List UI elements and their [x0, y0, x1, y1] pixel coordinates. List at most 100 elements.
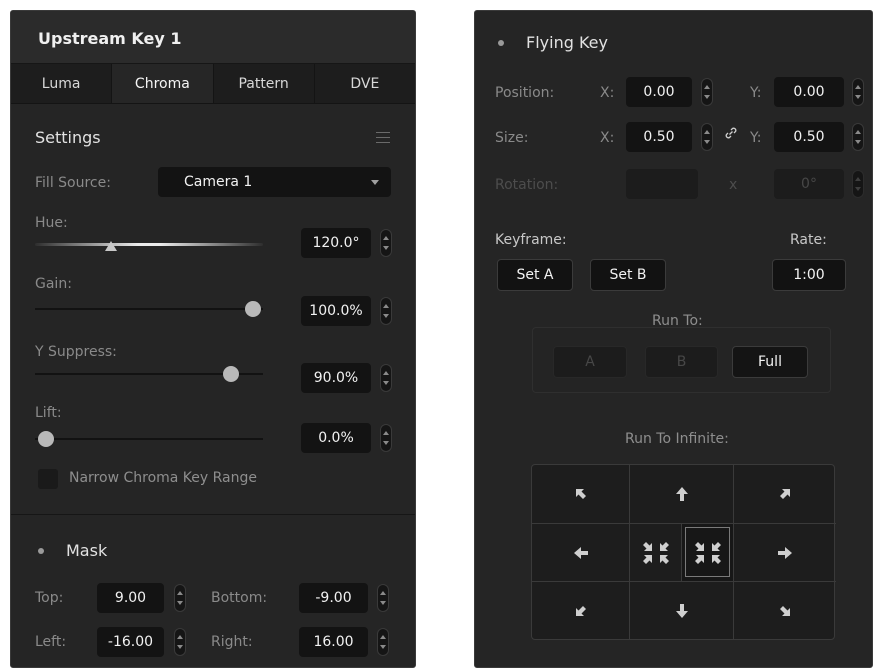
- fill-source-dropdown[interactable]: Camera 1: [158, 167, 391, 197]
- arrow-down-left-icon: [575, 605, 586, 616]
- key-type-tabs: Luma Chroma Pattern DVE: [11, 64, 415, 104]
- run-up-button[interactable]: [630, 465, 734, 524]
- hue-value-field[interactable]: 120.0°: [301, 228, 371, 258]
- mask-indicator-dot[interactable]: [38, 548, 44, 554]
- chevron-down-icon: [371, 180, 379, 185]
- arrow-up-right-icon: [780, 489, 790, 499]
- gain-label: Gain:: [35, 276, 72, 292]
- tab-dve[interactable]: DVE: [315, 64, 415, 103]
- tab-chroma[interactable]: Chroma: [112, 64, 214, 103]
- hamburger-menu-icon[interactable]: [376, 132, 390, 143]
- rotation-field: [626, 169, 698, 199]
- rotation-x-label: x: [729, 177, 738, 193]
- link-icon[interactable]: [723, 125, 739, 141]
- run-to-infinite-grid: [531, 464, 836, 640]
- mask-top-stepper[interactable]: [174, 584, 186, 612]
- shrink-center-icon: [642, 541, 669, 564]
- run-center-selected-button[interactable]: [682, 524, 734, 582]
- mask-left-stepper[interactable]: [174, 628, 186, 656]
- mask-top-field[interactable]: 9.00: [97, 583, 164, 613]
- hue-stepper[interactable]: [380, 229, 392, 257]
- set-a-button[interactable]: Set A: [497, 259, 573, 291]
- size-x-label: X:: [600, 130, 615, 146]
- mask-left-label: Left:: [35, 634, 67, 650]
- run-to-full-button[interactable]: Full: [732, 346, 808, 378]
- mask-bottom-label: Bottom:: [211, 590, 268, 606]
- run-up-left-button[interactable]: [532, 465, 630, 524]
- mask-left-field[interactable]: -16.00: [97, 627, 164, 657]
- position-x-field[interactable]: 0.00: [626, 77, 692, 107]
- size-y-label: Y:: [750, 130, 762, 146]
- mask-right-stepper[interactable]: [377, 628, 389, 656]
- tab-pattern[interactable]: Pattern: [214, 64, 315, 103]
- flying-key-title: Flying Key: [526, 33, 608, 52]
- size-y-stepper[interactable]: [852, 123, 864, 151]
- run-to-b-button[interactable]: B: [645, 346, 718, 378]
- section-divider: [11, 514, 415, 515]
- fill-source-value: Camera 1: [184, 174, 253, 190]
- size-y-field[interactable]: 0.50: [774, 122, 844, 152]
- hue-slider-handle[interactable]: [105, 241, 117, 251]
- flying-key-indicator-dot[interactable]: [498, 40, 504, 46]
- gain-value-field[interactable]: 100.0%: [301, 296, 371, 326]
- position-y-field[interactable]: 0.00: [774, 77, 844, 107]
- position-x-label: X:: [600, 85, 615, 101]
- narrow-range-checkbox[interactable]: [38, 469, 58, 489]
- upstream-key-title: Upstream Key 1: [38, 29, 182, 48]
- arrow-up-left-icon: [575, 489, 586, 499]
- position-x-stepper[interactable]: [701, 78, 713, 106]
- flying-key-panel: Flying Key Position: X: 0.00 Y: 0.00 Siz…: [474, 10, 873, 668]
- mask-bottom-stepper[interactable]: [377, 584, 389, 612]
- arrow-down-icon: [675, 603, 688, 618]
- run-down-right-button[interactable]: [734, 582, 836, 639]
- lift-label: Lift:: [35, 405, 62, 421]
- lift-slider-knob[interactable]: [38, 431, 54, 447]
- rotation-stepper: [852, 170, 864, 198]
- rate-label: Rate:: [790, 232, 827, 248]
- run-to-a-button[interactable]: A: [553, 346, 627, 378]
- y-suppress-value-field[interactable]: 90.0%: [301, 363, 371, 393]
- run-to-infinite-label: Run To Infinite:: [625, 431, 729, 447]
- rotation-label: Rotation:: [495, 177, 559, 193]
- mask-heading: Mask: [66, 541, 108, 560]
- set-b-button[interactable]: Set B: [590, 259, 666, 291]
- gain-slider-track[interactable]: [35, 308, 263, 310]
- position-y-label: Y:: [750, 85, 762, 101]
- size-label: Size:: [495, 130, 529, 146]
- run-down-left-button[interactable]: [532, 582, 630, 639]
- y-suppress-slider-knob[interactable]: [223, 366, 239, 382]
- arrow-down-right-icon: [780, 605, 790, 616]
- hue-label: Hue:: [35, 215, 68, 231]
- run-left-button[interactable]: [532, 524, 630, 582]
- run-center-button[interactable]: [630, 524, 682, 582]
- rate-field[interactable]: 1:00: [772, 259, 846, 291]
- lift-slider-track[interactable]: [35, 438, 263, 440]
- gain-stepper[interactable]: [380, 297, 392, 325]
- position-y-stepper[interactable]: [852, 78, 864, 106]
- size-x-stepper[interactable]: [701, 123, 713, 151]
- mask-top-label: Top:: [35, 590, 64, 606]
- mask-right-field[interactable]: 16.00: [299, 627, 368, 657]
- position-label: Position:: [495, 85, 555, 101]
- run-to-label: Run To:: [652, 313, 703, 329]
- mask-right-label: Right:: [211, 634, 253, 650]
- tab-luma[interactable]: Luma: [11, 64, 113, 103]
- arrow-right-icon: [778, 546, 792, 559]
- settings-heading: Settings: [35, 128, 101, 147]
- keyframe-label: Keyframe:: [495, 232, 567, 248]
- arrow-left-icon: [573, 546, 588, 559]
- rotation-value-field: 0°: [774, 169, 844, 199]
- size-x-field[interactable]: 0.50: [626, 122, 692, 152]
- mask-bottom-field[interactable]: -9.00: [299, 583, 368, 613]
- upstream-key-panel: Upstream Key 1 Luma Chroma Pattern DVE S…: [10, 10, 416, 668]
- y-suppress-stepper[interactable]: [380, 364, 392, 392]
- hue-slider-track[interactable]: [35, 243, 263, 246]
- fill-source-label: Fill Source:: [35, 175, 111, 191]
- run-down-button[interactable]: [630, 582, 734, 639]
- run-right-button[interactable]: [734, 524, 836, 582]
- y-suppress-label: Y Suppress:: [35, 344, 117, 360]
- lift-value-field[interactable]: 0.0%: [301, 423, 371, 453]
- run-up-right-button[interactable]: [734, 465, 836, 524]
- gain-slider-knob[interactable]: [245, 301, 261, 317]
- lift-stepper[interactable]: [380, 424, 392, 452]
